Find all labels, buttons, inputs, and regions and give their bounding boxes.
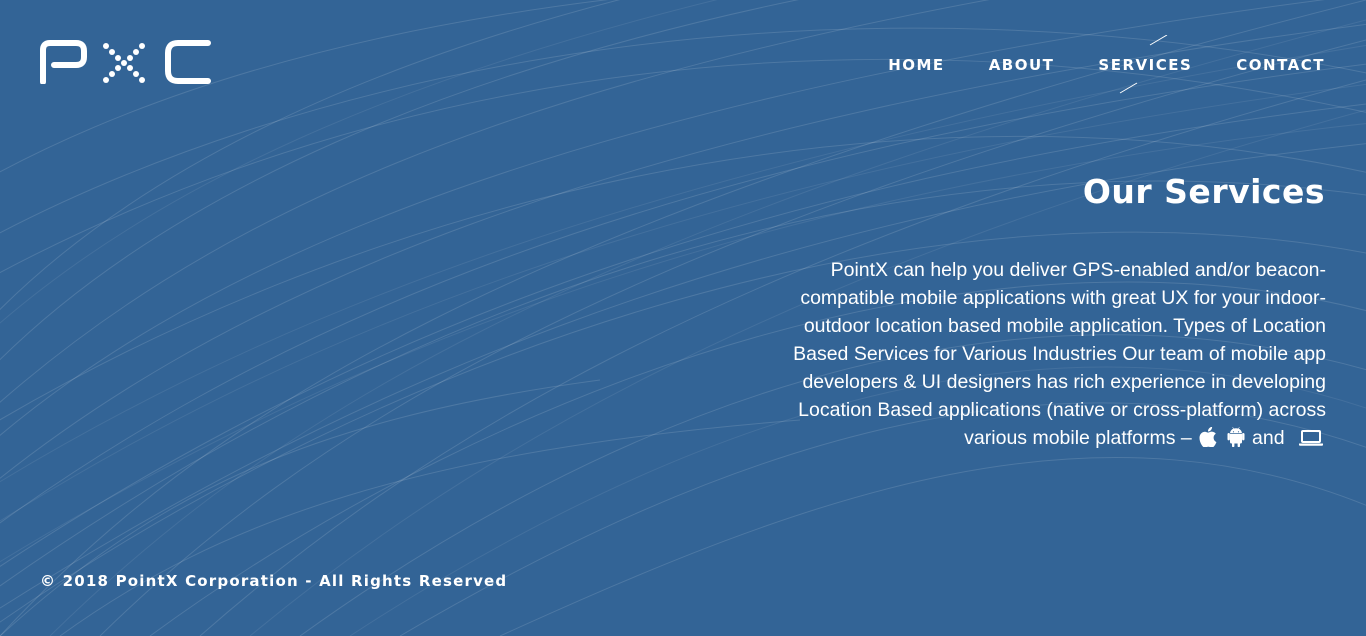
nav-services-wrapper: SERVICES <box>1098 35 1192 94</box>
logo[interactable] <box>40 40 212 85</box>
services-description: PointX can help you deliver GPS-enabled … <box>786 256 1326 455</box>
page-title: Our Services <box>1082 172 1325 211</box>
nav-about[interactable]: ABOUT <box>989 55 1055 75</box>
apple-icon <box>1199 426 1217 455</box>
nav-contact[interactable]: CONTACT <box>1236 55 1325 75</box>
active-indicator-icon <box>1120 35 1168 94</box>
laptop-icon <box>1298 427 1324 455</box>
android-icon <box>1227 427 1245 455</box>
footer-copyright: © 2018 PointX Corporation - All Rights R… <box>40 572 508 590</box>
nav-home[interactable]: HOME <box>888 55 944 75</box>
main-nav: HOME ABOUT SERVICES CONTACT <box>888 35 1325 94</box>
platforms-joiner: and <box>1252 427 1285 449</box>
services-body: PointX can help you deliver GPS-enabled … <box>793 259 1326 449</box>
pxc-logo-icon <box>40 40 211 85</box>
